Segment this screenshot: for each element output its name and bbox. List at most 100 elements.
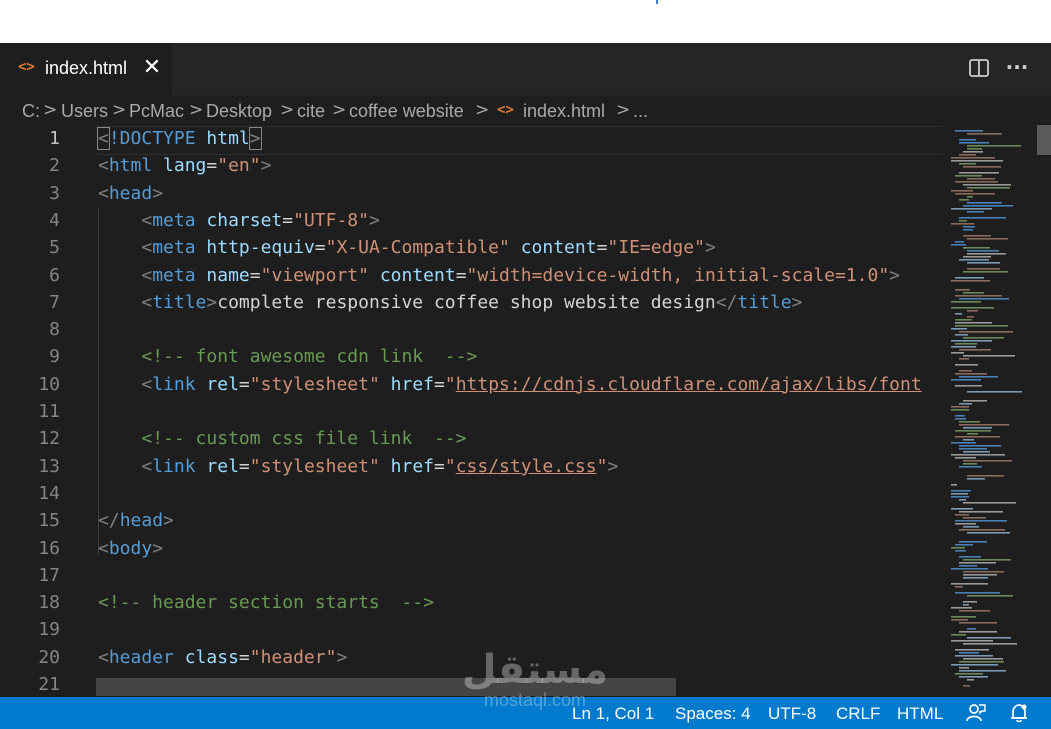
code-token: < — [97, 127, 110, 150]
more-actions-icon[interactable]: ··· — [1005, 57, 1029, 81]
code-line[interactable]: 7 <title>complete responsive coffee shop… — [0, 289, 943, 316]
minimap-line — [963, 247, 990, 249]
minimap-line — [951, 190, 973, 192]
code-token: "UTF-8" — [293, 209, 369, 231]
code-token: css/style.css — [455, 455, 597, 477]
code-line[interactable]: 4 <meta charset="UTF-8"> — [0, 207, 943, 234]
breadcrumb-item-more[interactable]: ... — [633, 101, 648, 122]
code-token: "X-UA-Compatible" — [325, 237, 510, 259]
minimap-line — [955, 373, 987, 375]
code-line[interactable]: 14 — [0, 480, 943, 507]
scrollbar-thumb[interactable] — [1037, 125, 1051, 155]
breadcrumb-separator: > — [112, 100, 127, 120]
code-token: complete responsive coffee shop website … — [217, 291, 716, 313]
feedback-icon[interactable] — [965, 702, 987, 724]
horizontal-scrollbar[interactable] — [96, 678, 676, 696]
minimap[interactable] — [943, 125, 1037, 697]
tab-index-html[interactable]: <> index.html ✕ — [0, 43, 172, 95]
code-token: lang — [163, 155, 207, 177]
breadcrumb-item-drive[interactable]: C: — [22, 101, 40, 122]
code-line[interactable]: 9 <!-- font awesome cdn link --> — [0, 343, 943, 370]
minimap-line — [951, 223, 974, 225]
line-number: 19 — [38, 619, 60, 641]
top-bar-area — [0, 0, 1051, 43]
code-line[interactable]: 3 <head> — [0, 180, 943, 207]
minimap-line — [963, 526, 979, 528]
code-line[interactable]: 15 </head> — [0, 507, 943, 534]
breadcrumb-item-desktop[interactable]: Desktop — [206, 101, 272, 122]
indentation-setting[interactable]: Spaces: 4 — [675, 704, 751, 724]
minimap-line — [967, 238, 1008, 240]
vertical-scrollbar[interactable] — [1037, 125, 1051, 697]
code-line[interactable]: 19 — [0, 616, 943, 643]
code-token: "stylesheet" — [249, 373, 380, 395]
breadcrumb-item-cite[interactable]: cite — [297, 101, 325, 122]
breadcrumb: C: > Users > PcMac > Desktop > cite > co… — [0, 95, 1051, 125]
breadcrumb-item-pcmac[interactable]: PcMac — [129, 101, 184, 122]
code-token: = — [434, 455, 445, 477]
code-line[interactable]: 20 <header class="header"> — [0, 644, 943, 671]
line-number: 17 — [38, 564, 60, 586]
code-line[interactable]: 8 — [0, 316, 943, 343]
code-line[interactable]: 13 <link rel="stylesheet" href="css/styl… — [0, 453, 943, 480]
code-line[interactable]: 2 <html lang="en"> — [0, 152, 943, 179]
close-icon[interactable]: ✕ — [142, 55, 162, 81]
code-token: class — [184, 646, 239, 668]
minimap-line — [955, 343, 977, 345]
code-token: href — [390, 373, 435, 395]
code-text: <link rel="stylesheet" href="https://cdn… — [98, 371, 921, 398]
breadcrumb-item-file[interactable]: index.html — [523, 101, 605, 122]
minimap-line — [955, 592, 1000, 594]
minimap-line — [951, 379, 981, 381]
minimap-line — [951, 616, 976, 618]
bell-icon[interactable] — [1008, 702, 1030, 724]
code-line[interactable]: 5 <meta http-equiv="X-UA-Compatible" con… — [0, 234, 943, 261]
code-line[interactable]: 6 <meta name="viewport" content="width=d… — [0, 262, 943, 289]
minimap-line — [963, 460, 1012, 462]
minimap-line — [959, 652, 979, 654]
eol-setting[interactable]: CRLF — [836, 704, 880, 724]
minimap-line — [963, 151, 983, 153]
line-number: 14 — [38, 482, 60, 504]
minimap-line — [951, 508, 973, 510]
code-token: header — [108, 646, 174, 668]
minimap-line — [967, 145, 1021, 147]
code-token: !DOCTYPE — [108, 128, 196, 149]
code-line[interactable]: 17 — [0, 562, 943, 589]
cursor-position[interactable]: Ln 1, Col 1 — [572, 704, 654, 724]
minimap-line — [963, 451, 990, 453]
code-token: "header" — [249, 646, 337, 668]
encoding-setting[interactable]: UTF-8 — [768, 704, 816, 724]
minimap-line — [963, 184, 1011, 186]
code-line[interactable]: 1 <!DOCTYPE html> — [0, 125, 943, 152]
code-editor[interactable]: 1 <!DOCTYPE html> 2 <html lang="en"> 3 <head>… — [0, 125, 943, 697]
minimap-line — [955, 277, 984, 279]
line-number: 6 — [49, 264, 60, 286]
code-token: charset — [206, 209, 283, 231]
code-token: < — [141, 264, 153, 286]
code-line[interactable]: 18 <!-- header section starts --> — [0, 589, 943, 616]
code-line[interactable]: 11 — [0, 398, 943, 425]
minimap-line — [955, 544, 973, 546]
breadcrumb-item-users[interactable]: Users — [61, 101, 108, 122]
code-token: "IE=edge" — [607, 237, 705, 259]
breadcrumb-separator: > — [475, 100, 490, 120]
code-line[interactable]: 12 <!-- custom css file link --> — [0, 425, 943, 452]
code-token: meta — [152, 264, 196, 286]
code-text: <!-- header section starts --> — [98, 589, 434, 616]
minimap-line — [955, 130, 983, 132]
split-editor-icon[interactable] — [968, 57, 992, 81]
minimap-line — [959, 631, 997, 633]
code-line[interactable]: 16 <body> — [0, 535, 943, 562]
language-mode[interactable]: HTML — [897, 704, 943, 724]
minimap-line — [967, 475, 1004, 477]
minimap-line — [951, 352, 964, 354]
minimap-line — [967, 391, 1022, 393]
minimap-line — [967, 211, 984, 213]
breadcrumb-item-coffee-website[interactable]: coffee website — [349, 101, 464, 122]
code-line[interactable]: 10 <link rel="stylesheet" href="https://… — [0, 371, 943, 398]
